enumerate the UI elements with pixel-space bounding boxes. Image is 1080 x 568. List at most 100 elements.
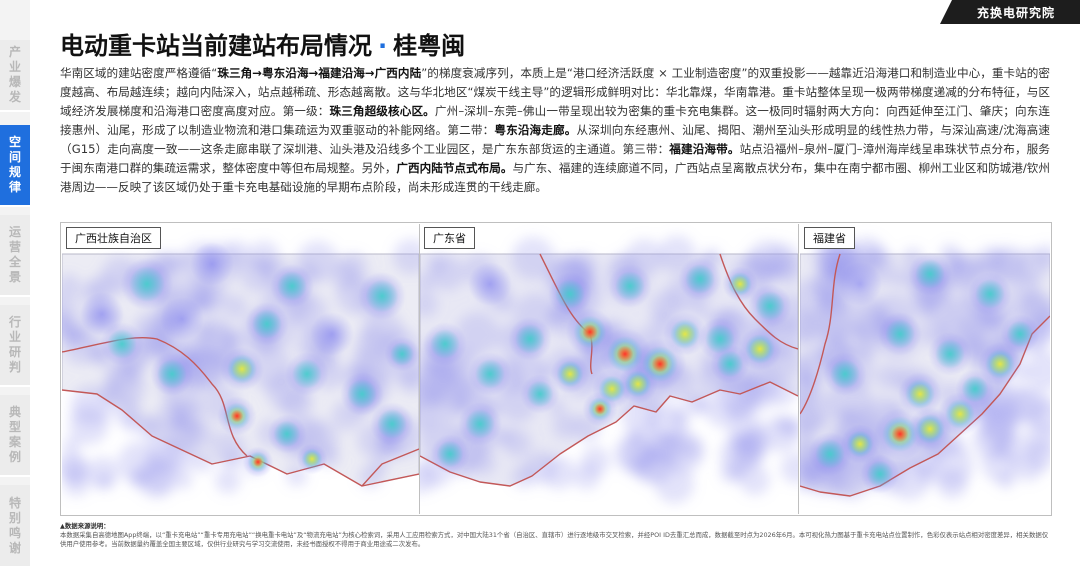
sidebar-item-label: 行 xyxy=(8,315,21,329)
heat-spot xyxy=(909,383,931,405)
heat-spot xyxy=(755,291,785,321)
heat-spot xyxy=(674,323,696,345)
heat-spot xyxy=(273,420,301,448)
heat-spot xyxy=(891,425,909,443)
heat-spot xyxy=(475,359,505,389)
map-label: 广西壮族自治区 xyxy=(66,227,161,249)
sidebar-item-label: 谢 xyxy=(8,540,21,555)
analysis-paragraph: 华南区域的建站密度严格遵循“珠三角→粤东沿海→福建沿海→广西内陆”的梯度衰减序列… xyxy=(60,64,1050,197)
sidebar-item-label: 发 xyxy=(8,90,21,104)
sidebar-item-label: 业 xyxy=(8,60,21,74)
heat-spot xyxy=(915,259,945,289)
footnote-body: 本数据采集自高德地图App终端，以“重卡充电站”“重卡专用充电站”“换电重卡电站… xyxy=(60,531,1049,548)
sidebar-item-label: 业 xyxy=(8,330,21,344)
sidebar-item-label: 别 xyxy=(8,510,21,525)
heat-spot xyxy=(616,345,634,363)
page-title: 电动重卡站当前建站布局情况 · 桂粤闽 xyxy=(60,26,465,61)
heat-spot xyxy=(838,262,882,306)
sidebar-item-label: 案 xyxy=(8,435,21,449)
heat-spot xyxy=(430,329,460,359)
paragraph-highlight: 福建沿海带。 xyxy=(669,142,740,156)
heat-spot xyxy=(377,409,407,439)
heatmap-guangxi xyxy=(62,224,419,514)
sidebar-item-label: 特 xyxy=(8,495,21,510)
map-label: 福建省 xyxy=(804,227,855,249)
map-panel-fujian: 福建省 xyxy=(800,224,1050,514)
sidebar-item-label: 运 xyxy=(8,225,21,239)
map-panel-guangdong: 广东省 xyxy=(420,224,799,514)
heat-spot xyxy=(582,324,598,340)
page-title-main: 电动重卡站当前建站布局情况 xyxy=(60,32,372,60)
sidebar-item-label: 产 xyxy=(8,45,21,59)
heat-spot xyxy=(651,355,669,373)
sidebar-item-label: 研 xyxy=(8,345,21,359)
title-separator: · xyxy=(378,32,388,60)
heat-spot xyxy=(685,264,715,294)
sidebar-nav: 产 业 爆 发 空 间 规 律 运 营 全 景 行 业 研 判 典 型 案 例 … xyxy=(0,0,30,568)
heat-spot xyxy=(252,309,282,339)
heat-spot xyxy=(526,380,554,408)
paragraph-text: 华南区域的建站密度严格遵循“ xyxy=(60,66,218,80)
heat-spot xyxy=(304,451,320,467)
heat-spot xyxy=(731,275,749,293)
heat-spot xyxy=(436,440,464,468)
heat-spot xyxy=(594,403,606,415)
heatmap-fujian xyxy=(800,224,1050,514)
sidebar-item-label: 爆 xyxy=(8,75,21,89)
heat-spot xyxy=(989,353,1011,375)
page-title-region: 桂粤闽 xyxy=(393,32,466,60)
heat-spot xyxy=(129,266,165,302)
sidebar-item-industry-research[interactable]: 行 业 研 判 xyxy=(0,305,30,387)
sidebar-item-label: 判 xyxy=(8,360,21,374)
map-panel-guangxi: 广西壮族自治区 xyxy=(62,224,420,514)
sidebar-item-label: 例 xyxy=(8,450,21,464)
heat-spot xyxy=(515,324,545,354)
paragraph-highlight: 珠三角→粤东沿海→福建沿海→广西内陆 xyxy=(217,66,422,80)
heat-spot xyxy=(749,338,771,360)
heat-spot xyxy=(468,262,512,306)
sidebar-item-acknowledgements[interactable]: 特 别 鸣 谢 xyxy=(0,485,30,568)
heat-spot xyxy=(866,460,894,488)
sidebar-item-label: 鸣 xyxy=(8,525,21,540)
heat-spot xyxy=(975,279,1005,309)
sidebar-item-typical-cases[interactable]: 典 型 案 例 xyxy=(0,395,30,477)
heat-spot xyxy=(157,359,187,389)
heat-spot xyxy=(390,342,414,366)
sidebar-item-label: 空 xyxy=(8,135,21,149)
sidebar-item-label: 景 xyxy=(8,270,21,284)
heat-spot xyxy=(231,358,253,380)
footnote-heading: ▲数据来源说明： xyxy=(60,522,110,530)
heat-spot xyxy=(230,409,244,423)
heat-spot xyxy=(555,279,585,309)
heat-spot xyxy=(961,375,989,403)
heat-spot xyxy=(1006,320,1034,348)
heat-spot xyxy=(292,359,322,389)
heat-spot xyxy=(277,271,307,301)
paragraph-highlight: 粤东沿海走廊。 xyxy=(494,123,577,137)
heat-spot xyxy=(310,312,354,356)
sidebar-item-label: 型 xyxy=(8,420,21,434)
sidebar-item-industry-boom[interactable]: 产 业 爆 发 xyxy=(0,40,30,112)
heatmap-guangdong xyxy=(420,224,798,514)
sidebar-item-label: 全 xyxy=(8,255,21,269)
heat-spot xyxy=(615,271,645,301)
sidebar-item-label: 间 xyxy=(8,150,21,164)
heatmap-row: 广西壮族自治区 广东省 福建省 xyxy=(60,222,1052,516)
sidebar-item-label: 营 xyxy=(8,240,21,254)
heat-spot xyxy=(190,242,234,286)
sidebar-item-operation-panorama[interactable]: 运 营 全 景 xyxy=(0,215,30,297)
heat-spot xyxy=(160,297,204,341)
data-source-note: ▲数据来源说明： 本数据采集自高德地图App终端，以“重卡充电站”“重卡专用充电… xyxy=(60,522,1050,549)
sidebar-item-spatial-pattern[interactable]: 空 间 规 律 xyxy=(0,125,30,207)
heat-spot xyxy=(465,409,495,439)
sidebar-item-label: 典 xyxy=(8,405,21,419)
heat-spot xyxy=(347,379,377,409)
sidebar-item-label: 律 xyxy=(8,180,21,194)
heat-spot xyxy=(850,434,870,454)
paragraph-highlight: 广西内陆节点式布局。 xyxy=(396,161,513,175)
heat-spot xyxy=(560,364,580,384)
paragraph-highlight: 珠三角超级核心区。 xyxy=(329,104,435,118)
brand-badge: 充换电研究院 xyxy=(940,0,1080,24)
sidebar-item-label: 规 xyxy=(8,165,21,179)
heat-spot xyxy=(716,350,744,378)
